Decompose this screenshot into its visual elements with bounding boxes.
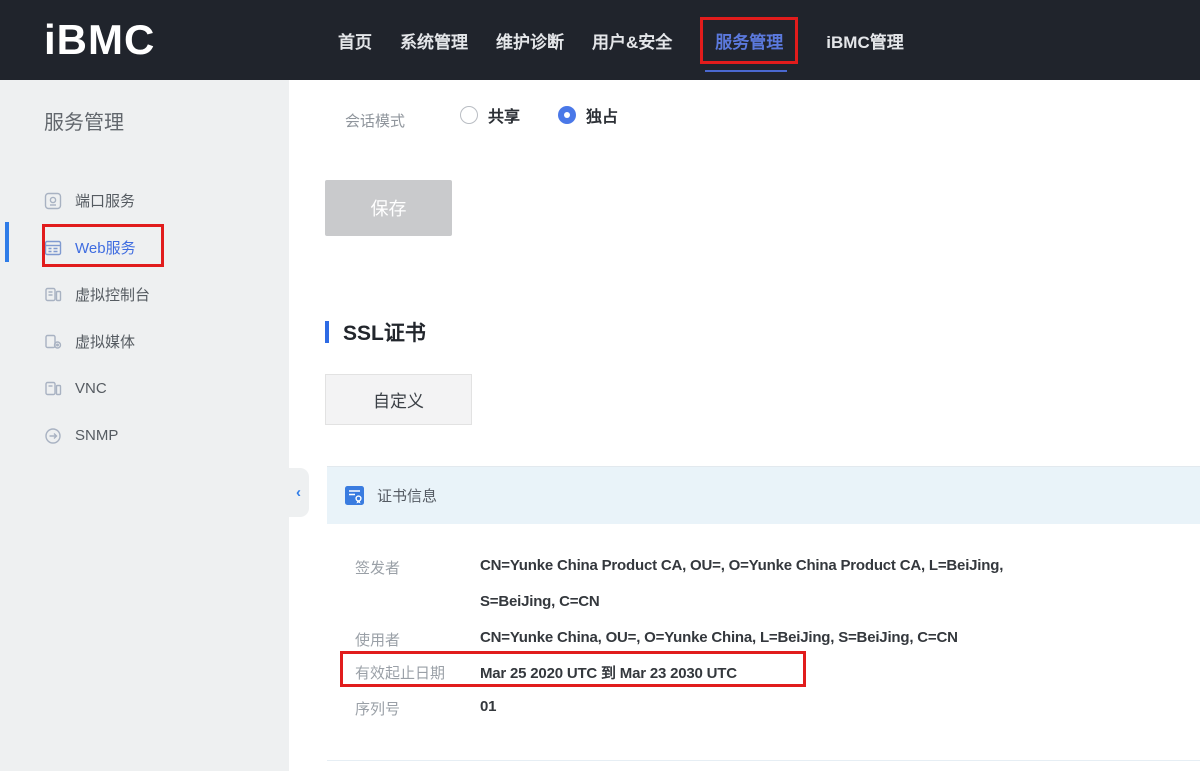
nav-tab-user-security[interactable]: 用户&安全 <box>592 28 672 53</box>
sidebar: 服务管理 端口服务 Web服务 <box>0 80 289 771</box>
sidebar-item-label: VNC <box>75 380 107 397</box>
session-mode-label: 会话模式 <box>345 110 405 131</box>
section-accent-bar <box>325 321 329 343</box>
port-service-icon <box>44 192 62 210</box>
nav-tab-maintenance-diagnosis[interactable]: 维护诊断 <box>496 28 564 53</box>
sidebar-item-label: Web服务 <box>75 237 136 258</box>
issuer-value-line2: S=BeiJing, C=CN <box>480 593 600 610</box>
sidebar-menu: 端口服务 Web服务 虚拟控制台 <box>0 177 289 459</box>
nav-tab-system-management[interactable]: 系统管理 <box>400 28 468 53</box>
session-mode-radio-group: 共享 独占 <box>460 103 618 127</box>
sidebar-item-snmp[interactable]: SNMP <box>0 412 289 459</box>
virtual-media-icon <box>44 333 62 351</box>
nav-tab-ibmc-management[interactable]: iBMC管理 <box>826 28 903 53</box>
sidebar-item-label: SNMP <box>75 427 118 444</box>
ssl-section-header: SSL证书 <box>325 320 426 344</box>
radio-checked-icon <box>558 106 576 124</box>
snmp-icon <box>44 427 62 445</box>
sidebar-item-vnc[interactable]: VNC <box>0 365 289 412</box>
issuer-label: 签发者 <box>355 557 400 578</box>
sidebar-item-label: 端口服务 <box>75 190 135 211</box>
virtual-console-icon <box>44 286 62 304</box>
nav-tab-home[interactable]: 首页 <box>338 28 372 53</box>
radio-exclusive-mode[interactable]: 独占 <box>558 103 618 127</box>
certificate-icon <box>344 485 365 506</box>
top-navigation: 首页 系统管理 维护诊断 用户&安全 服务管理 iBMC管理 <box>338 0 904 80</box>
nav-tab-service-management[interactable]: 服务管理 <box>700 17 798 64</box>
validity-label: 有效起止日期 <box>355 662 445 683</box>
serial-number-label: 序列号 <box>355 698 400 719</box>
chevron-left-icon: ‹ <box>296 484 301 501</box>
ibmc-logo: iBMC <box>44 16 155 64</box>
serial-number-value: 01 <box>480 698 496 715</box>
subject-value: CN=Yunke China, OU=, O=Yunke China, L=Be… <box>480 629 958 646</box>
radio-unchecked-icon <box>460 106 478 124</box>
validity-value: Mar 25 2020 UTC 到 Mar 23 2030 UTC <box>480 662 737 683</box>
save-button[interactable]: 保存 <box>325 180 452 236</box>
custom-certificate-button[interactable]: 自定义 <box>325 374 472 425</box>
sidebar-item-virtual-console[interactable]: 虚拟控制台 <box>0 271 289 318</box>
active-item-indicator <box>5 222 9 262</box>
vnc-icon <box>44 380 62 398</box>
issuer-value-line1: CN=Yunke China Product CA, OU=, O=Yunke … <box>480 557 1003 574</box>
sidebar-title: 服务管理 <box>44 106 124 135</box>
subject-label: 使用者 <box>355 629 400 650</box>
sidebar-item-web-service[interactable]: Web服务 <box>0 224 289 271</box>
certificate-panel-header: 证书信息 <box>327 467 1200 524</box>
sidebar-collapse-button[interactable]: ‹ <box>288 468 309 517</box>
sidebar-item-label: 虚拟控制台 <box>75 284 150 305</box>
sidebar-item-virtual-media[interactable]: 虚拟媒体 <box>0 318 289 365</box>
sidebar-item-label: 虚拟媒体 <box>75 331 135 352</box>
radio-shared-mode[interactable]: 共享 <box>460 103 520 127</box>
sidebar-item-port-service[interactable]: 端口服务 <box>0 177 289 224</box>
certificate-info-panel: 证书信息 签发者 CN=Yunke China Product CA, OU=,… <box>327 466 1200 761</box>
top-header-bar: iBMC 首页 系统管理 维护诊断 用户&安全 服务管理 iBMC管理 <box>0 0 1200 80</box>
certificate-panel-title: 证书信息 <box>377 485 437 506</box>
ssl-section-title: SSL证书 <box>343 317 426 347</box>
web-service-icon <box>44 239 62 257</box>
